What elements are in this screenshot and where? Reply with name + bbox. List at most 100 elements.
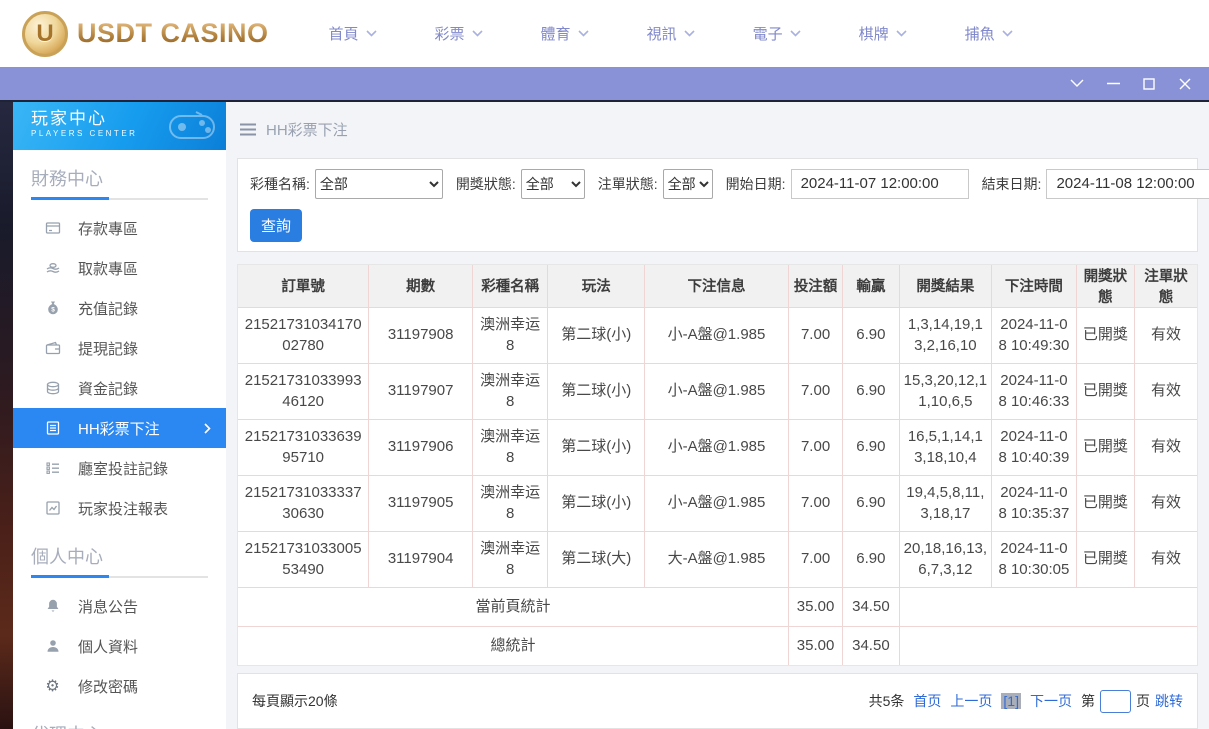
- page-summary-label: 當前頁統計: [237, 586, 789, 627]
- table-cell: 7.00: [787, 474, 844, 532]
- svg-text:$: $: [51, 306, 55, 313]
- breadcrumb: HH彩票下注: [226, 102, 1209, 158]
- sidebar-item-profile[interactable]: 個人資料: [13, 626, 226, 666]
- order-status-label: 注單狀態:: [597, 175, 658, 192]
- col-winloss: 輸贏: [842, 264, 900, 308]
- table-cell: 小-A盤@1.985: [644, 474, 789, 532]
- sidebar-item-recharge-record[interactable]: $ 充值記錄: [13, 288, 226, 328]
- nav-menu: 首頁 彩票 體育 視訊 電子 棋牌 捕魚: [329, 23, 1071, 44]
- deposit-icon: [44, 220, 61, 237]
- table-cell: 2024-11-08 10:49:30: [991, 306, 1077, 364]
- nav-item-label: 體育: [540, 26, 571, 43]
- start-date-input[interactable]: [790, 168, 969, 199]
- filter-draw-status: 開獎狀態: 全部: [456, 168, 585, 199]
- table-cell: 31197907: [368, 362, 473, 420]
- chevron-down-icon: [1002, 30, 1013, 37]
- total-count-text: 共5条: [868, 693, 905, 710]
- filter-start-date: 開始日期:: [726, 168, 969, 199]
- col-lottery-name: 彩種名稱: [471, 264, 549, 308]
- minimize-icon[interactable]: [1095, 67, 1131, 100]
- table-cell: 6.90: [842, 362, 900, 420]
- chevron-down-icon: [684, 30, 695, 37]
- order-status-select[interactable]: 全部: [662, 168, 713, 199]
- sidebar-item-hall-bet-record[interactable]: 廳室投註記錄: [13, 448, 226, 488]
- bets-table-card: 訂單號 期數 彩種名稱 玩法 下注信息 投注額 輸贏 開獎結果 下注時間 開獎狀…: [237, 263, 1198, 667]
- sidebar-item-label: 資金記錄: [78, 380, 139, 398]
- col-bet-time: 下注時間: [991, 264, 1077, 308]
- table-cell: 有效: [1134, 306, 1198, 364]
- table-cell: 2024-11-08 10:46:33: [991, 362, 1077, 420]
- table-cell: 已開獎: [1075, 530, 1136, 588]
- table-cell: 2024-11-08 10:30:05: [991, 530, 1077, 588]
- page-number-input[interactable]: [1100, 689, 1131, 713]
- table-row: 2152173103399346120 31197907 澳洲幸运8 第二球(小) 小-…: [237, 362, 1198, 420]
- nav-item-label: 電子: [752, 26, 783, 43]
- sidebar-item-withdrawal-record[interactable]: 提現記錄: [13, 328, 226, 368]
- nav-item-fishing[interactable]: 捕魚: [965, 23, 1013, 44]
- col-order-no: 訂單號: [237, 264, 370, 308]
- chevron-down-icon: [365, 30, 377, 37]
- table-cell: 已開獎: [1075, 474, 1136, 532]
- prev-page-link[interactable]: 上一页: [950, 691, 992, 711]
- jump-suffix-label: 页: [1136, 693, 1150, 710]
- next-page-link[interactable]: 下一页: [1030, 691, 1072, 711]
- page-title: HH彩票下注: [266, 122, 348, 140]
- maximize-icon[interactable]: [1131, 67, 1167, 100]
- col-draw-status: 開獎狀態: [1075, 264, 1136, 308]
- funds-record-icon: [44, 380, 61, 397]
- filter-order-status: 注單狀態: 全部: [597, 168, 713, 199]
- nav-item-sports[interactable]: 體育: [541, 23, 589, 44]
- gear-icon: ⚙: [45, 676, 60, 695]
- sidebar-item-label: 充值記錄: [78, 300, 139, 318]
- sidebar-item-withdraw[interactable]: 取款專區: [13, 248, 226, 288]
- sidebar-item-label: 廳室投註記錄: [78, 460, 169, 478]
- page-jump-group: 第 页 跳转: [1081, 689, 1183, 713]
- table-cell: 2024-11-08 10:40:39: [991, 418, 1077, 476]
- table-row: 2152173103300553490 31197904 澳洲幸运8 第二球(大) 大-…: [237, 530, 1198, 588]
- first-page-link[interactable]: 首页: [913, 691, 941, 711]
- nav-item-label: 首頁: [328, 26, 359, 43]
- sidebar-item-hh-lottery-bets[interactable]: HH彩票下注: [13, 408, 226, 448]
- lottery-bets-icon: [44, 420, 61, 437]
- col-bet-amount: 投注額: [787, 264, 844, 308]
- col-order-status: 注單狀態: [1134, 264, 1198, 308]
- nav-item-lottery[interactable]: 彩票: [435, 23, 483, 44]
- page-size-text: 每頁顯示20條: [252, 693, 338, 710]
- close-icon[interactable]: [1167, 67, 1203, 100]
- table-cell: 31197905: [368, 474, 473, 532]
- app-body: 玩家中心 PLAYERS CENTER 財務中心 存款專區 取款專區 $ 充值記…: [0, 100, 1209, 729]
- filter-lottery: 彩種名稱: 全部: [250, 168, 443, 199]
- nav-item-slots[interactable]: 電子: [753, 23, 801, 44]
- draw-status-select[interactable]: 全部: [520, 168, 585, 199]
- window-titlebar: [0, 67, 1209, 100]
- section-title-personal: 個人中心: [31, 547, 103, 567]
- nav-item-video[interactable]: 視訊: [647, 23, 695, 44]
- nav-item-cards[interactable]: 棋牌: [859, 23, 907, 44]
- sidebar-item-change-password[interactable]: ⚙ 修改密碼: [13, 666, 226, 706]
- sidebar-item-notice[interactable]: 消息公告: [13, 586, 226, 626]
- table-cell: 7.00: [787, 418, 844, 476]
- filter-end-date: 結束日期:: [982, 168, 1209, 199]
- table-cell: 第二球(小): [547, 474, 646, 532]
- lottery-name-select[interactable]: 全部: [314, 168, 443, 199]
- bell-icon: [44, 598, 61, 615]
- sidebar-item-label: 個人資料: [78, 638, 139, 656]
- table-cell: 小-A盤@1.985: [644, 418, 789, 476]
- collapse-icon[interactable]: [1059, 67, 1095, 100]
- logo[interactable]: U USDT CASINO: [22, 10, 269, 57]
- pagination-controls: 共5条 首页 上一页 [1] 下一页 第 页 跳转: [868, 689, 1183, 713]
- query-button[interactable]: 查詢: [250, 208, 302, 242]
- table-cell: 2152173103300553490: [237, 530, 370, 588]
- sidebar-item-deposit[interactable]: 存款專區: [13, 208, 226, 248]
- table-cell: 6.90: [842, 306, 900, 364]
- table-cell: 15,3,20,12,11,10,6,5: [898, 362, 993, 420]
- table-cell: 第二球(小): [547, 362, 646, 420]
- sidebar-item-player-bet-report[interactable]: 玩家投注報表: [13, 488, 226, 528]
- jump-button[interactable]: 跳转: [1155, 691, 1183, 711]
- end-date-input[interactable]: [1046, 168, 1209, 199]
- table-cell: 16,5,1,14,13,18,10,4: [898, 418, 993, 476]
- hamburger-icon[interactable]: [240, 123, 256, 136]
- nav-item-home[interactable]: 首頁: [329, 23, 377, 44]
- withdrawal-record-icon: [44, 340, 61, 357]
- sidebar-item-funds-record[interactable]: 資金記錄: [13, 368, 226, 408]
